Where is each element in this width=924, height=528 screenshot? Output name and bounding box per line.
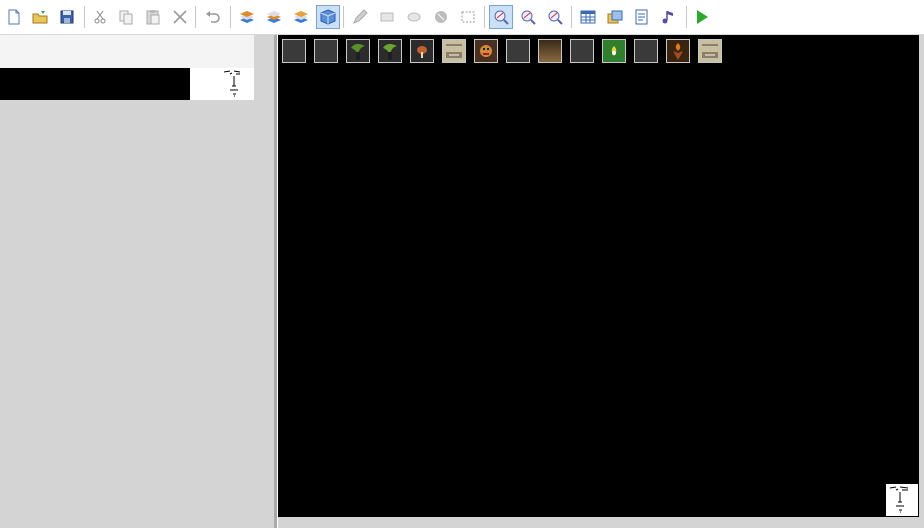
delete-button[interactable] [168, 5, 192, 29]
tileset-panel[interactable] [0, 35, 274, 528]
map-event-face[interactable] [474, 39, 498, 63]
save-button[interactable] [55, 5, 79, 29]
script-button[interactable] [630, 5, 654, 29]
map-canvas[interactable] [278, 35, 919, 517]
map-event-empty[interactable] [314, 39, 338, 63]
selection-icon [461, 11, 475, 23]
panel-splitter[interactable] [274, 35, 277, 528]
resource-manager-icon [607, 10, 623, 24]
sound-test-icon [662, 11, 673, 24]
ellipse-button[interactable] [402, 5, 426, 29]
zoom-1-4-icon [548, 10, 563, 25]
undo-icon [206, 11, 220, 23]
sound-button[interactable] [657, 5, 681, 29]
map-vertical-scrollbar[interactable] [919, 35, 924, 517]
ellipse-icon [407, 12, 421, 22]
layer3-button[interactable] [289, 5, 313, 29]
map-face-tile[interactable] [886, 484, 918, 516]
map-event-torch[interactable] [666, 39, 690, 63]
tileset-header-strip [0, 35, 254, 68]
rectangle-icon [380, 12, 394, 22]
paste-button[interactable] [141, 5, 165, 29]
map-event-sign[interactable] [698, 39, 722, 63]
toolbar-separator [571, 6, 572, 28]
map-event-mushroom[interactable] [410, 39, 434, 63]
undo-button[interactable] [201, 5, 225, 29]
main-toolbar [0, 0, 924, 35]
toolbar-separator [230, 6, 231, 28]
map-event-flame[interactable] [602, 39, 626, 63]
map-event-plant[interactable] [346, 39, 370, 63]
paste-icon [146, 10, 160, 25]
map-event-empty[interactable] [634, 39, 658, 63]
map-event-sign[interactable] [442, 39, 466, 63]
pencil-icon [353, 9, 368, 24]
database-button[interactable] [576, 5, 600, 29]
layer-upper-icon [294, 11, 308, 23]
layer-lower-icon [240, 11, 254, 23]
zoom-1-1-icon [494, 10, 509, 25]
open-button[interactable] [28, 5, 52, 29]
toolbar-separator [484, 6, 485, 28]
new-button[interactable] [2, 5, 26, 29]
new-file-icon [8, 9, 20, 25]
open-folder-icon [32, 11, 48, 24]
delete-x-icon [173, 10, 187, 24]
tileset-preview[interactable] [0, 68, 190, 100]
fill-bucket-icon [435, 11, 447, 23]
zoom-4-button[interactable] [543, 5, 567, 29]
play-test-icon [697, 10, 708, 24]
event-layer-button[interactable] [316, 5, 340, 29]
zoom-1-2-icon [521, 10, 536, 25]
save-disk-icon [60, 10, 74, 24]
tileset-face-tile[interactable] [190, 68, 254, 100]
layer2-button[interactable] [262, 5, 286, 29]
map-event-empty[interactable] [282, 39, 306, 63]
event-layer-cube-icon [320, 9, 336, 25]
layer1-button[interactable] [235, 5, 259, 29]
map-horizontal-scrollbar[interactable] [278, 517, 924, 528]
copy-button[interactable] [114, 5, 138, 29]
copy-icon [119, 10, 133, 25]
play-button[interactable] [690, 5, 714, 29]
toolbar-separator [84, 6, 85, 28]
select-button[interactable] [456, 5, 480, 29]
toolbar-separator [343, 6, 344, 28]
layer-middle-icon [267, 11, 281, 23]
map-event-plant[interactable] [378, 39, 402, 63]
scissors-icon [94, 10, 106, 24]
zoom-2-button[interactable] [516, 5, 540, 29]
map-event-empty[interactable] [570, 39, 594, 63]
fill-button[interactable] [429, 5, 453, 29]
toolbar-separator [686, 6, 687, 28]
map-event-gradient[interactable] [538, 39, 562, 63]
script-editor-icon [635, 9, 648, 25]
zoom-1-button[interactable] [489, 5, 513, 29]
rectangle-button[interactable] [375, 5, 399, 29]
map-event-empty[interactable] [506, 39, 530, 63]
resources-button[interactable] [603, 5, 627, 29]
cut-button[interactable] [88, 5, 112, 29]
pencil-button[interactable] [348, 5, 372, 29]
database-icon [580, 10, 596, 24]
toolbar-separator [195, 6, 196, 28]
